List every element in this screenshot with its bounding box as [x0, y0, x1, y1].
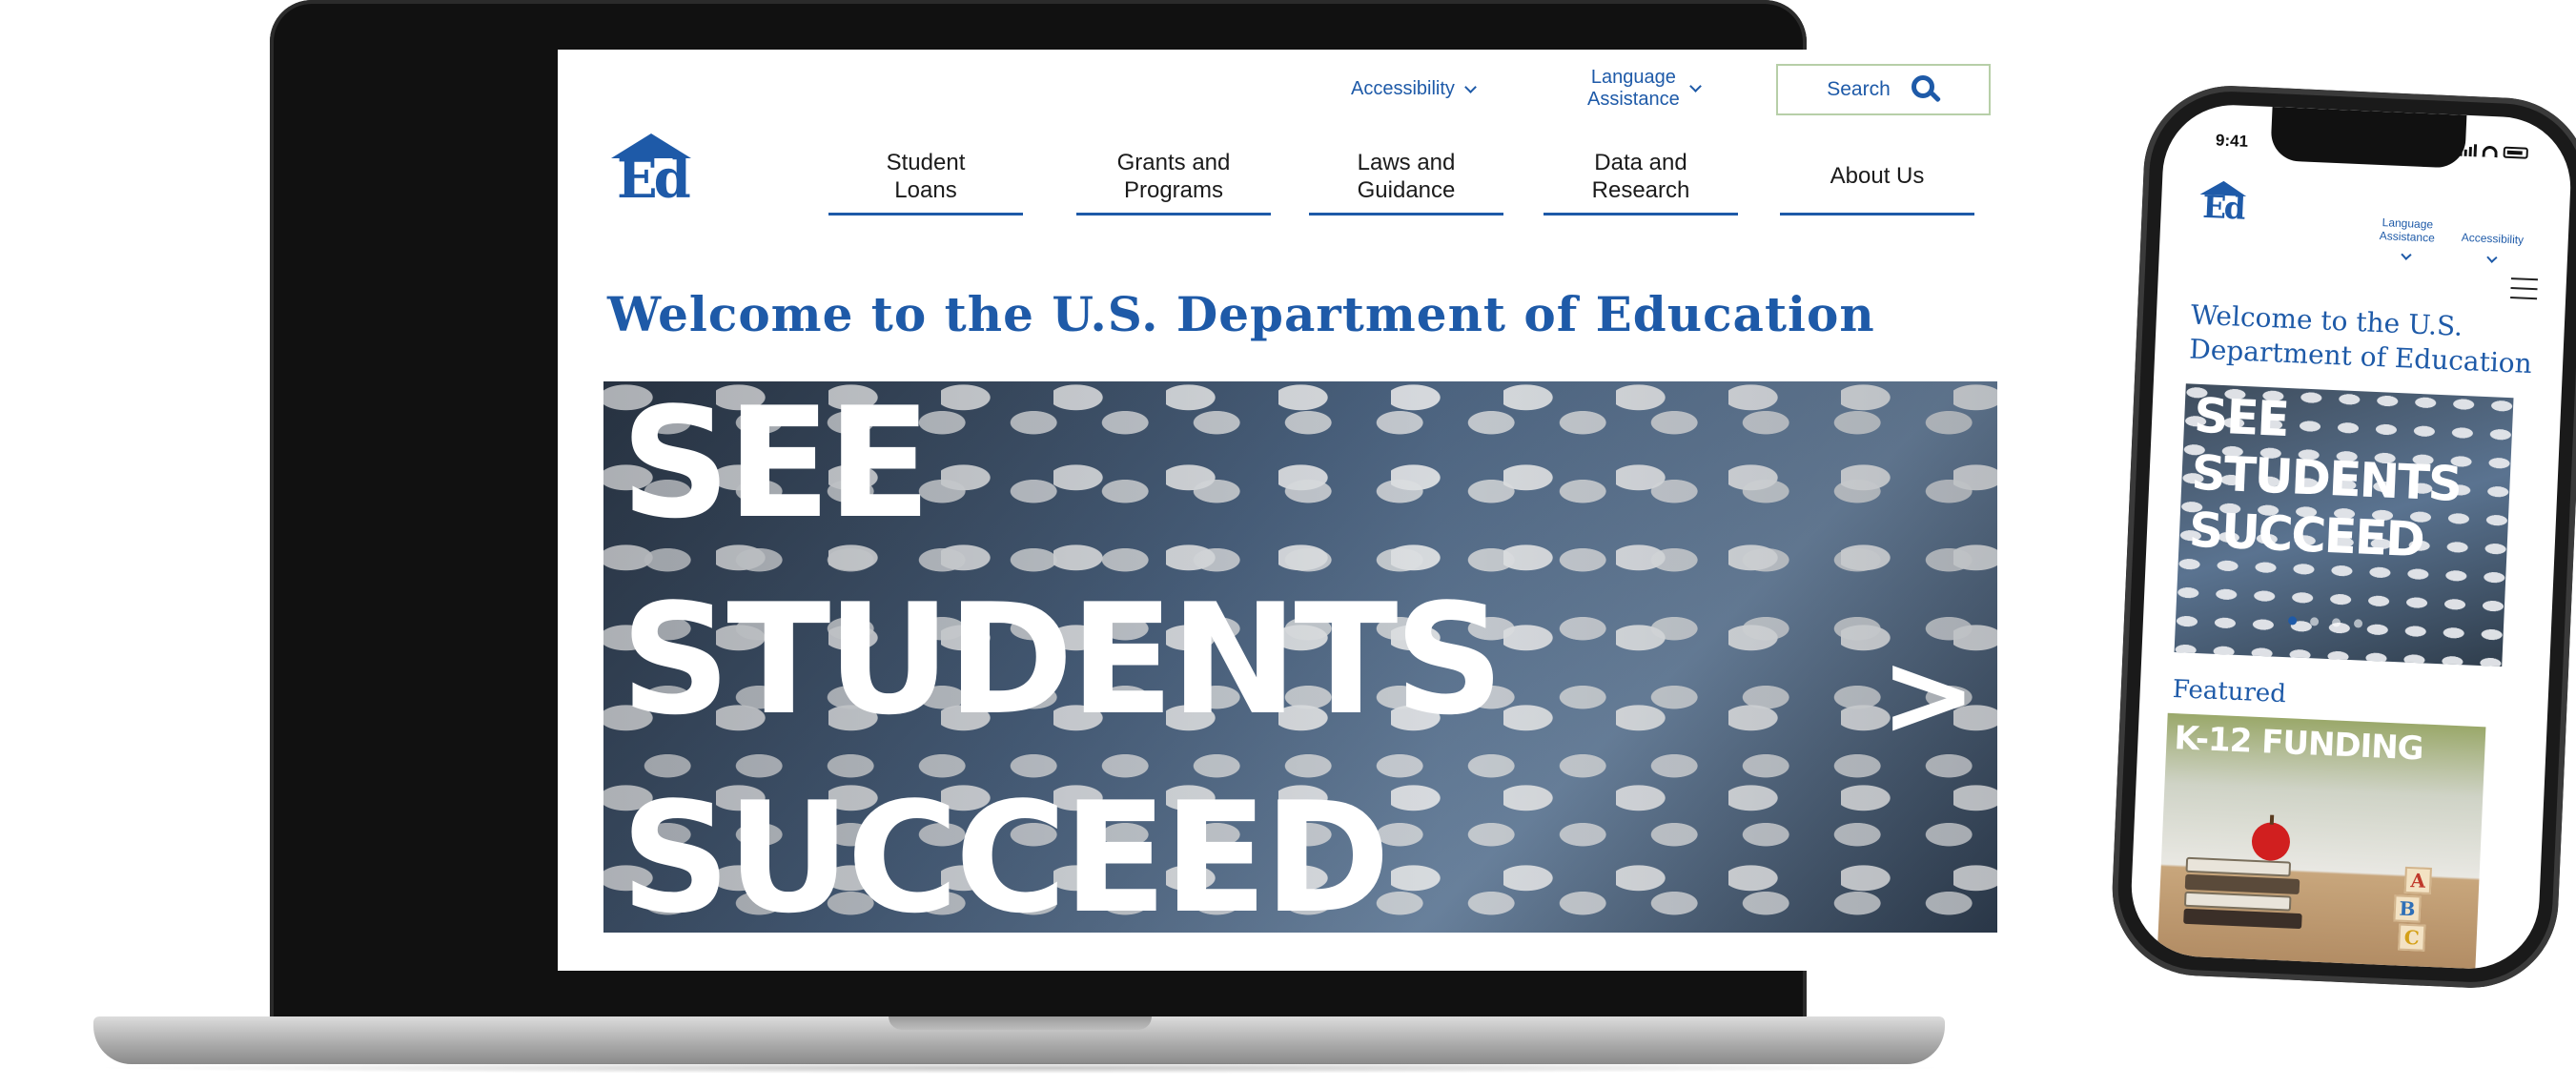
- accessibility-label: Accessibility: [1351, 78, 1455, 99]
- carousel-dot[interactable]: [2287, 616, 2298, 626]
- phone-frame: 9:41 Ed Language Assistance Accessibilit…: [2108, 82, 2576, 992]
- alphabet-block-a: A: [2403, 866, 2432, 895]
- search-button[interactable]: Search: [1776, 64, 1991, 115]
- status-icons: [2459, 144, 2528, 159]
- mobile-accessibility[interactable]: Accessibility: [2460, 218, 2525, 276]
- language-assistance-label: Language Assistance: [1587, 67, 1680, 110]
- carousel-dot[interactable]: [2331, 618, 2341, 627]
- hero-banner[interactable]: SEE STUDENTS SUCCEED >: [603, 381, 1997, 933]
- chevron-down-icon: [1688, 80, 1702, 92]
- ed-logo[interactable]: Ed: [2199, 179, 2247, 227]
- carousel-dot[interactable]: [2353, 619, 2363, 628]
- language-assistance-menu[interactable]: Language Assistance: [1587, 67, 1702, 111]
- hamburger-menu-icon[interactable]: [2510, 277, 2538, 307]
- carousel-dots[interactable]: [2287, 616, 2363, 628]
- alphabet-block-c: C: [2398, 923, 2426, 952]
- accessibility-menu[interactable]: Accessibility: [1351, 78, 1477, 100]
- mobile-screen: 9:41 Ed Language Assistance Accessibilit…: [2128, 102, 2574, 972]
- nav-laws-and-guidance[interactable]: Laws and Guidance: [1309, 141, 1503, 216]
- carousel-dot[interactable]: [2309, 617, 2320, 626]
- hero-line-see: SEE: [2193, 387, 2289, 447]
- nav-grants-and-programs[interactable]: Grants and Programs: [1076, 141, 1271, 216]
- hero-line-see: SEE: [621, 381, 931, 552]
- hero-line-students: STUDENTS: [2190, 444, 2463, 512]
- search-icon: [1911, 75, 1941, 104]
- hero-next-arrow[interactable]: >: [1880, 639, 1976, 753]
- mobile-hero-banner[interactable]: SEE STUDENTS SUCCEED: [2174, 383, 2514, 667]
- mobile-language-assistance[interactable]: Language Assistance: [2378, 203, 2436, 274]
- featured-card-k12-funding[interactable]: K-12 FUNDING A B C: [2157, 712, 2486, 972]
- battery-icon: [2503, 146, 2528, 159]
- hero-line-succeed: SUCCEED: [621, 769, 1390, 934]
- mobile-page-title: Welcome to the U.S. Department of Educat…: [2188, 298, 2533, 380]
- logo-letters: Ed: [2201, 188, 2245, 227]
- books-image: [2183, 856, 2304, 931]
- accessibility-label: Accessibility: [2461, 230, 2525, 247]
- laptop-frame: Accessibility Language Assistance Search…: [270, 0, 2045, 1022]
- status-time: 9:41: [2215, 131, 2249, 151]
- nav-student-loans[interactable]: Student Loans: [828, 141, 1023, 216]
- phone-notch: [2270, 106, 2467, 169]
- featured-heading: Featured: [2172, 675, 2287, 709]
- apple-image: [2251, 821, 2291, 862]
- language-assistance-label: Language Assistance: [2379, 215, 2436, 245]
- logo-letters: Ed: [617, 148, 691, 211]
- nav-about-us[interactable]: About Us: [1780, 141, 1974, 216]
- laptop-shadow: [86, 1062, 1954, 1074]
- card-title: K-12 FUNDING: [2173, 719, 2424, 769]
- chevron-down-icon: [2401, 249, 2412, 261]
- laptop-hinge-notch: [889, 1016, 1152, 1030]
- alphabet-block-b: B: [2393, 894, 2422, 923]
- hero-line-students: STUDENTS: [621, 570, 1504, 749]
- nav-data-and-research[interactable]: Data and Research: [1544, 141, 1738, 216]
- hero-line-succeed: SUCCEED: [2187, 502, 2425, 568]
- chevron-down-icon: [1464, 80, 1477, 93]
- wifi-icon: [2482, 145, 2499, 158]
- desktop-screen: Accessibility Language Assistance Search…: [558, 50, 2045, 971]
- chevron-down-icon: [2485, 252, 2498, 263]
- page-title: Welcome to the U.S. Department of Educat…: [607, 286, 1875, 342]
- search-label: Search: [1827, 78, 1891, 100]
- signal-icon: [2459, 144, 2478, 157]
- ed-logo[interactable]: Ed: [611, 133, 691, 219]
